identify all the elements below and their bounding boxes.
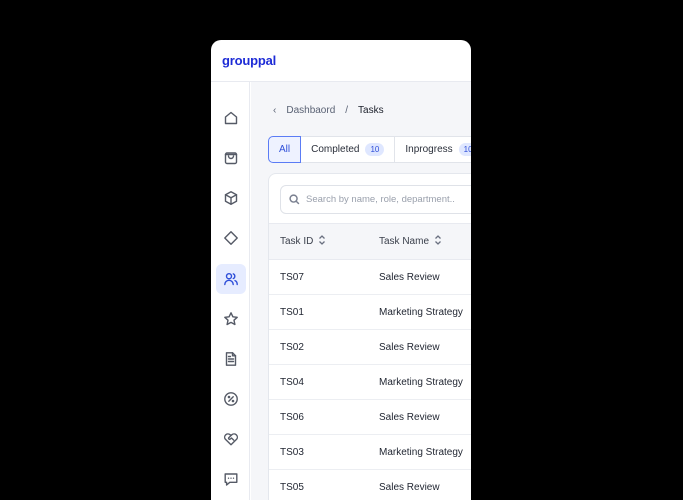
table-row[interactable]: TS03 Marketing Strategy — [269, 435, 471, 470]
count-badge: 10 — [365, 143, 385, 156]
tab-label: Inprogress — [405, 144, 453, 155]
count-badge: 10 — [458, 143, 471, 156]
tab-inprogress[interactable]: Inprogress 10 — [395, 136, 471, 163]
sidebar-item-products[interactable] — [216, 183, 246, 213]
tab-completed[interactable]: Completed 10 — [301, 136, 396, 163]
breadcrumb: ‹ Dashbaord / Tasks — [273, 105, 384, 116]
sidebar-item-home[interactable] — [216, 103, 246, 133]
filter-tabs: All Completed 10 Inprogress 10 — [268, 136, 471, 163]
sort-icon[interactable] — [434, 235, 442, 248]
task-id-cell: TS04 — [280, 376, 304, 388]
column-header-task-id[interactable]: Task ID — [280, 235, 326, 248]
breadcrumb-parent[interactable]: Dashbaord — [286, 105, 335, 116]
diamond-icon — [224, 231, 238, 245]
sidebar-item-discounts[interactable] — [216, 384, 246, 414]
device-frame: grouppal ‹ Dashbaord / Tasks All Complet… — [0, 0, 683, 500]
task-name-cell: Sales Review — [379, 411, 440, 423]
users-icon — [224, 272, 238, 286]
tab-label: Completed — [311, 144, 360, 155]
table-row[interactable]: TS04 Marketing Strategy — [269, 365, 471, 400]
home-icon — [224, 111, 238, 125]
shopping-bag-icon — [224, 152, 238, 165]
sidebar-item-partners[interactable] — [216, 424, 246, 454]
sidebar — [211, 82, 250, 500]
task-id-cell: TS02 — [280, 341, 304, 353]
table-header: Task ID Task Name — [269, 223, 471, 260]
search-icon — [289, 194, 300, 205]
main-content: ‹ Dashbaord / Tasks All Completed 10 Inp… — [251, 82, 471, 500]
table-body: TS07 Sales Review TS01 Marketing Strategy … — [269, 260, 471, 500]
sidebar-item-orders[interactable] — [216, 143, 246, 173]
task-name-cell: Sales Review — [379, 481, 440, 493]
breadcrumb-separator: / — [345, 105, 349, 116]
search-box — [280, 185, 471, 214]
task-name-cell: Marketing Strategy — [379, 446, 463, 458]
sidebar-item-messages[interactable] — [216, 464, 246, 494]
star-icon — [224, 312, 238, 326]
task-name-cell: Sales Review — [379, 341, 440, 353]
task-name-cell: Sales Review — [379, 271, 440, 283]
task-id-cell: TS01 — [280, 306, 304, 318]
search-input[interactable] — [306, 194, 471, 205]
sidebar-item-users[interactable] — [216, 264, 246, 294]
task-name-cell: Marketing Strategy — [379, 376, 463, 388]
percent-icon — [224, 392, 238, 406]
heart-handshake-icon — [223, 433, 239, 446]
tab-all[interactable]: All — [268, 136, 302, 163]
task-id-cell: TS07 — [280, 271, 304, 283]
app-window: grouppal ‹ Dashbaord / Tasks All Complet… — [211, 40, 471, 500]
box-icon — [224, 191, 238, 205]
breadcrumb-current: Tasks — [358, 105, 384, 116]
tasks-table-card: Task ID Task Name TS07 Sales Review TS01 M… — [268, 173, 471, 500]
column-header-label: Task ID — [280, 236, 314, 247]
sort-icon[interactable] — [318, 235, 326, 248]
table-row[interactable]: TS06 Sales Review — [269, 400, 471, 435]
sidebar-item-tags[interactable] — [216, 223, 246, 253]
task-id-cell: TS03 — [280, 446, 304, 458]
tab-label: All — [279, 144, 291, 155]
column-header-label: Task Name — [379, 236, 430, 247]
top-bar: grouppal — [211, 40, 471, 82]
table-row[interactable]: TS02 Sales Review — [269, 330, 471, 365]
task-id-cell: TS05 — [280, 481, 304, 493]
back-chevron-icon[interactable]: ‹ — [273, 105, 276, 116]
document-icon — [225, 352, 237, 366]
sidebar-item-favorites[interactable] — [216, 304, 246, 334]
sidebar-item-documents[interactable] — [216, 344, 246, 374]
table-row[interactable]: TS07 Sales Review — [269, 260, 471, 295]
brand-logo[interactable]: grouppal — [222, 53, 276, 68]
task-name-cell: Marketing Strategy — [379, 306, 463, 318]
chat-icon — [224, 473, 238, 486]
task-id-cell: TS06 — [280, 411, 304, 423]
table-row[interactable]: TS01 Marketing Strategy — [269, 295, 471, 330]
column-header-task-name[interactable]: Task Name — [379, 235, 442, 248]
table-row[interactable]: TS05 Sales Review — [269, 470, 471, 500]
